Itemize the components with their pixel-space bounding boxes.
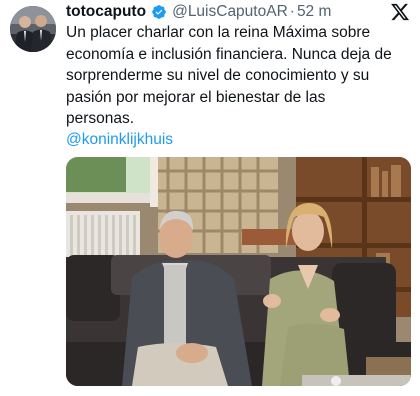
photo-scene xyxy=(66,157,411,386)
x-logo-icon xyxy=(390,2,410,22)
tweet-text-line: pasión por mejorar el bienestar de las xyxy=(66,88,326,106)
mention-link[interactable]: @koninklijkhuis xyxy=(66,130,173,150)
user-handle[interactable]: @LuisCaputoAR xyxy=(172,2,288,22)
tweet-text-line: Un placer charlar con la reina Máxima so… xyxy=(66,24,371,41)
tweet-text: Un placer charlar con la reina Máxima so… xyxy=(66,22,414,130)
tweet-text-line: economía e inclusión financiera. Nunca d… xyxy=(66,45,392,63)
timestamp[interactable]: 52 m xyxy=(297,2,331,22)
verified-badge-icon xyxy=(151,4,167,20)
avatar[interactable] xyxy=(10,6,56,52)
tweet-photo[interactable] xyxy=(66,157,411,386)
separator-dot: · xyxy=(289,3,295,20)
tweet-text-line: personas. xyxy=(66,110,135,127)
tweet-header: totocaputo @LuisCaputoAR · 52 m xyxy=(66,2,380,22)
avatar-image xyxy=(10,6,56,52)
display-name[interactable]: totocaputo xyxy=(66,2,146,22)
tweet-text-line: sorprenderme su nivel de conocimiento y … xyxy=(66,67,370,84)
